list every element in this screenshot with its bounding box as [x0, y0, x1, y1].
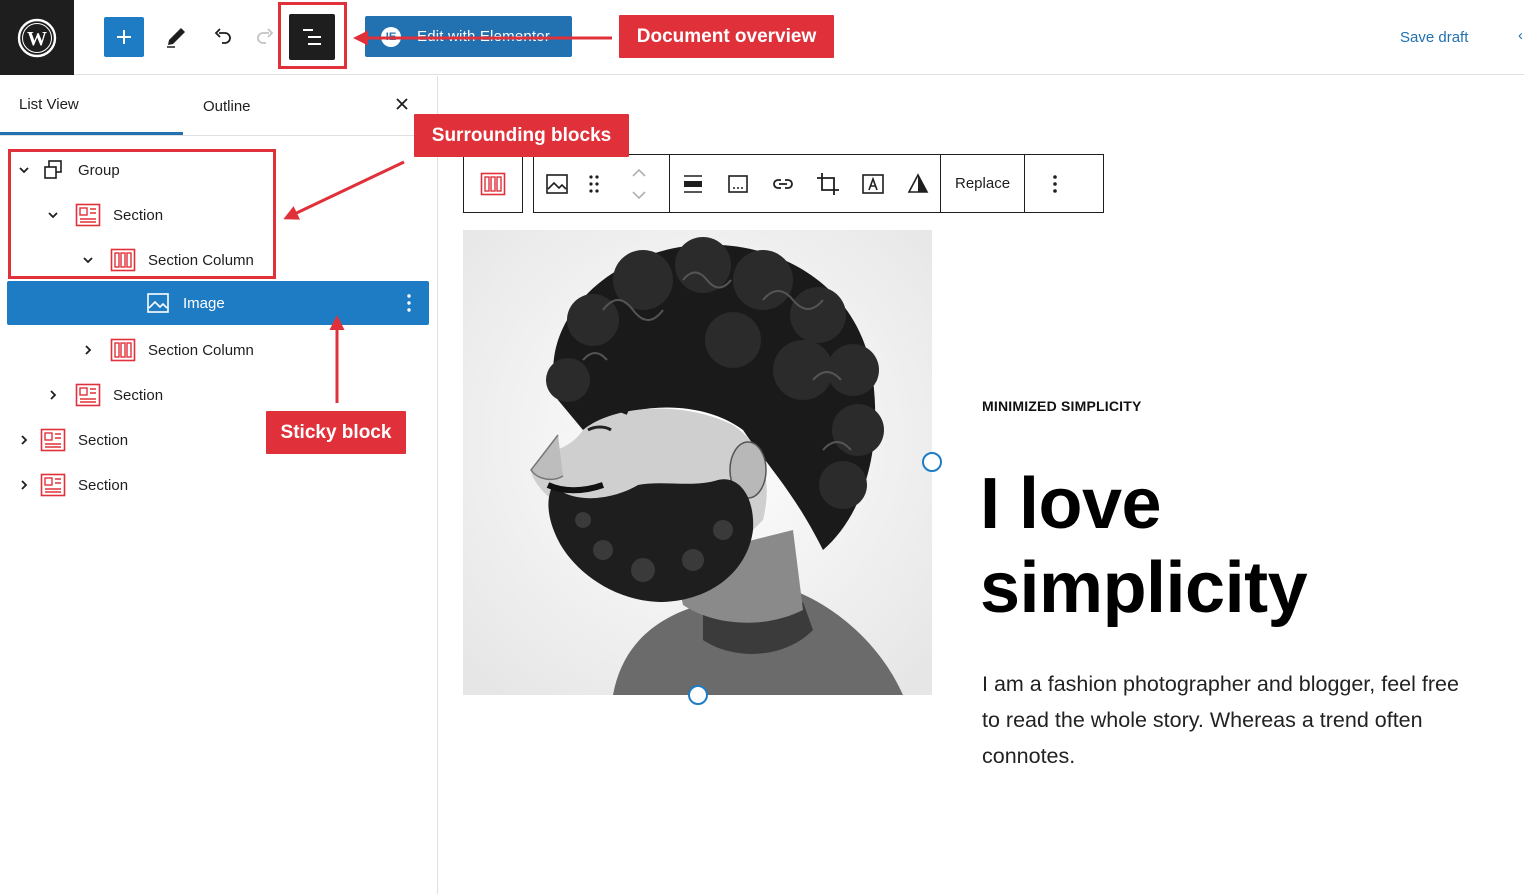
elementor-label: Edit with Elementor [417, 28, 551, 45]
replace-button[interactable]: Replace [941, 175, 1024, 192]
body-paragraph[interactable]: I am a fashion photographer and blogger,… [982, 666, 1462, 774]
svg-text:W: W [27, 28, 47, 50]
close-sidebar-button[interactable] [390, 92, 414, 116]
section-icon [40, 472, 66, 498]
image-tools-group [670, 155, 941, 212]
caption-icon [727, 174, 748, 193]
link-icon [772, 178, 793, 189]
column-icon [480, 172, 506, 195]
more-vertical-icon [1053, 174, 1057, 193]
image-icon [545, 173, 568, 194]
caption-button[interactable] [715, 155, 760, 212]
list-item-section[interactable]: Section [7, 463, 429, 507]
undo-icon [214, 28, 231, 44]
close-icon [396, 98, 408, 110]
chevron-up-down-icon [632, 168, 646, 199]
more-options-group [1025, 155, 1085, 212]
heading-line-1: I love [980, 464, 1162, 544]
block-options-icon[interactable] [401, 291, 417, 315]
portrait-image[interactable] [463, 230, 932, 695]
chevron-right-icon[interactable] [80, 342, 96, 358]
list-item-label: Section Column [148, 341, 254, 359]
list-item-label: Image [183, 294, 225, 312]
drag-handle[interactable] [579, 155, 609, 212]
resize-handle-right[interactable] [922, 452, 942, 472]
replace-group: Replace [941, 155, 1026, 212]
list-item-label: Section [78, 476, 129, 494]
align-button[interactable] [670, 155, 715, 212]
select-parent-block-button[interactable] [463, 154, 523, 213]
heading-line-2: simplicity [980, 548, 1308, 628]
text-overlay-icon [861, 173, 884, 194]
column-icon [110, 337, 136, 363]
tools-button[interactable] [158, 17, 194, 57]
sidebar-tabs: List View Outline [0, 76, 437, 136]
preview-button[interactable]: ‹ [1518, 27, 1523, 44]
chevron-right-icon[interactable] [45, 387, 61, 403]
block-type-button[interactable] [534, 155, 579, 212]
list-item-section-column[interactable]: Section Column [7, 328, 429, 372]
eyebrow-heading[interactable]: MINIMIZED SIMPLICITY [982, 398, 1142, 414]
surrounding-blocks-callout: Surrounding blocks [414, 114, 629, 157]
wordpress-logo[interactable]: W [0, 0, 74, 75]
portrait-illustration [463, 230, 932, 695]
document-overview-highlight [278, 2, 347, 69]
block-toolbar: Replace [533, 154, 1104, 213]
pencil-icon [167, 28, 185, 48]
more-options-button[interactable] [1025, 155, 1085, 212]
chevron-right-icon[interactable] [16, 432, 32, 448]
redo-icon [257, 28, 274, 44]
save-draft-button[interactable]: Save draft [1400, 29, 1468, 46]
duotone-icon [907, 172, 928, 193]
list-item-label: Section [113, 386, 164, 404]
add-block-button[interactable] [104, 17, 144, 57]
tab-list-view[interactable]: List View [0, 76, 183, 135]
section-icon [75, 382, 101, 408]
list-item-label: Section [78, 431, 129, 449]
sticky-block-callout: Sticky block [266, 411, 406, 454]
list-item-image[interactable]: Image [7, 281, 429, 325]
crop-button[interactable] [805, 155, 850, 212]
duotone-button[interactable] [895, 155, 940, 212]
plus-icon [117, 30, 131, 44]
main-heading[interactable]: I love simplicity [980, 462, 1500, 630]
surrounding-blocks-highlight [8, 149, 276, 279]
section-icon [40, 427, 66, 453]
text-overlay-button[interactable] [850, 155, 895, 212]
edit-with-elementor-button[interactable]: IE Edit with Elementor [365, 16, 572, 57]
undo-button[interactable] [204, 17, 240, 57]
chevron-right-icon[interactable] [16, 477, 32, 493]
document-overview-callout: Document overview [619, 15, 834, 58]
image-icon [145, 290, 171, 316]
align-wide-icon [683, 174, 702, 193]
crop-icon [816, 172, 839, 195]
wordpress-icon: W [17, 18, 57, 57]
resize-handle-bottom[interactable] [688, 685, 708, 705]
elementor-icon: IE [381, 26, 401, 47]
drag-handle-icon [589, 174, 599, 193]
move-up-down-buttons[interactable] [609, 155, 669, 212]
link-button[interactable] [760, 155, 805, 212]
tab-outline[interactable]: Outline [203, 76, 251, 136]
block-switcher-group [534, 155, 670, 212]
